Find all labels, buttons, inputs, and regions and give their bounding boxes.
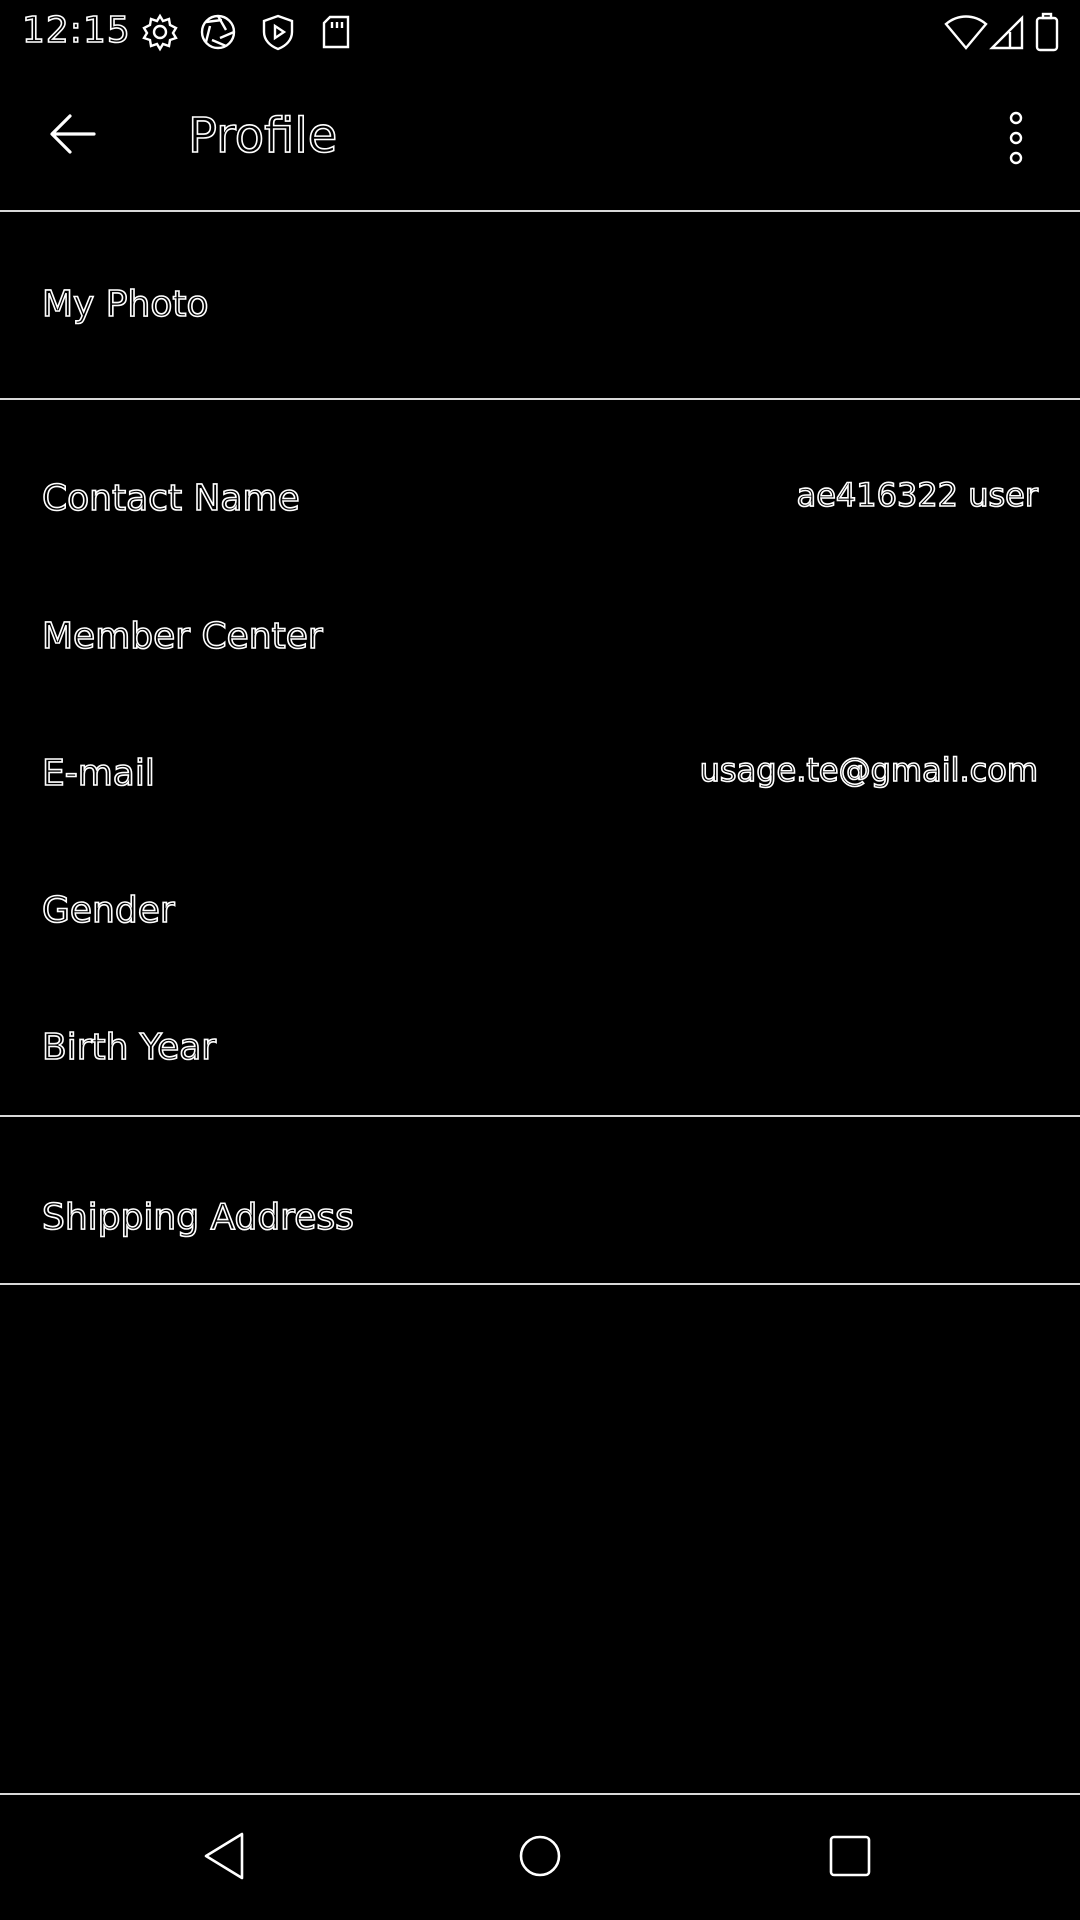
sd-card-icon bbox=[316, 12, 356, 52]
gear-icon bbox=[140, 12, 180, 52]
wifi-icon bbox=[944, 12, 988, 52]
birth-year-label: Birth Year bbox=[41, 1026, 217, 1069]
nav-back-triangle-icon[interactable] bbox=[194, 1824, 258, 1888]
status-time: 12:15 bbox=[21, 9, 131, 52]
my-photo-row[interactable]: My Photo bbox=[0, 212, 1080, 398]
birth-year-row[interactable]: Birth Year bbox=[0, 995, 1080, 1105]
divider bbox=[0, 1283, 1080, 1285]
more-vert-icon[interactable] bbox=[996, 110, 1036, 166]
member-center-label: Member Center bbox=[41, 615, 323, 658]
contact-name-row[interactable]: Contact Name ae416322 user bbox=[0, 446, 1080, 556]
aperture-icon bbox=[198, 12, 238, 52]
system-nav-bar bbox=[0, 1794, 1080, 1920]
member-center-row[interactable]: Member Center bbox=[0, 584, 1080, 694]
nav-home-circle-icon[interactable] bbox=[508, 1824, 572, 1888]
divider bbox=[0, 398, 1080, 400]
shipping-address-row[interactable]: Shipping Address bbox=[0, 1117, 1080, 1283]
arrow-back-icon[interactable] bbox=[44, 104, 104, 164]
gender-label: Gender bbox=[41, 889, 175, 932]
app-bar: Profile bbox=[0, 64, 1080, 210]
nav-recents-square-icon[interactable] bbox=[818, 1824, 882, 1888]
my-photo-label: My Photo bbox=[41, 283, 209, 326]
email-value: usage.te@gmail.com bbox=[699, 750, 1039, 790]
profile-screen: 12:15 Profile My Photo Contact Name ae41… bbox=[0, 0, 1080, 1920]
cell-signal-icon bbox=[988, 12, 1028, 52]
email-row[interactable]: E-mail usage.te@gmail.com bbox=[0, 721, 1080, 831]
email-label: E-mail bbox=[41, 752, 155, 795]
gender-row[interactable]: Gender bbox=[0, 858, 1080, 968]
page-title: Profile bbox=[187, 107, 338, 165]
status-bar: 12:15 bbox=[0, 0, 1080, 64]
shipping-address-label: Shipping Address bbox=[41, 1196, 354, 1239]
battery-icon bbox=[1034, 12, 1060, 52]
contact-name-value: ae416322 user bbox=[796, 475, 1039, 515]
contact-name-label: Contact Name bbox=[41, 477, 300, 520]
shield-play-icon bbox=[258, 12, 298, 52]
